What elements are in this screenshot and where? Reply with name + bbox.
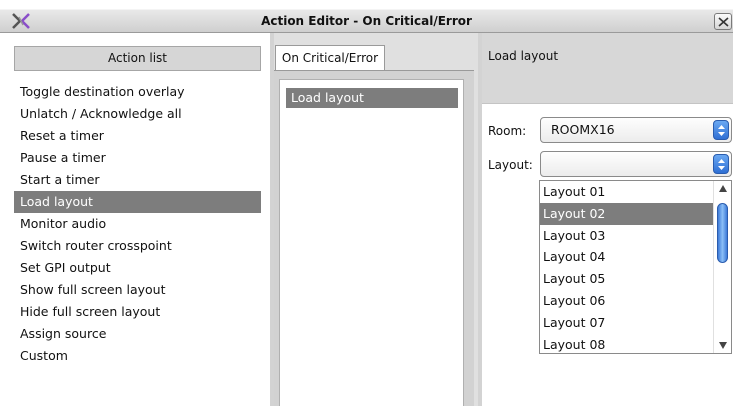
action-item[interactable]: Assign source	[14, 323, 261, 345]
scroll-down-icon[interactable]	[719, 342, 727, 349]
title-bar: Action Editor - On Critical/Error	[0, 9, 733, 33]
action-list-pane: Action list Toggle destination overlay U…	[0, 33, 270, 406]
layout-option[interactable]: Layout 01	[540, 181, 714, 203]
action-list-header: Action list	[14, 46, 261, 71]
event-action-item[interactable]: Load layout	[286, 88, 458, 108]
properties-pane: Load layout Room: ROOMX16 Layout: Layout…	[482, 33, 733, 406]
layout-option[interactable]: Layout 04	[540, 246, 714, 268]
stepper-icon[interactable]	[713, 120, 729, 140]
action-item[interactable]: Toggle destination overlay	[14, 81, 261, 103]
tab-panel: Load layout	[274, 70, 474, 406]
action-item[interactable]: Reset a timer	[14, 125, 261, 147]
room-select[interactable]: ROOMX16	[540, 117, 732, 143]
event-pane: On Critical/Error Load layout	[274, 33, 478, 406]
close-icon	[718, 17, 729, 27]
action-item[interactable]: Show full screen layout	[14, 279, 261, 301]
scroll-up-icon[interactable]	[719, 185, 727, 192]
action-item-selected[interactable]: Load layout	[14, 191, 261, 213]
action-item[interactable]: Custom	[14, 345, 261, 367]
layout-label: Layout:	[488, 158, 533, 172]
action-list: Toggle destination overlay Unlatch / Ack…	[14, 81, 261, 367]
event-action-list: Load layout	[279, 79, 464, 406]
layout-option[interactable]: Layout 07	[540, 312, 714, 334]
action-item[interactable]: Pause a timer	[14, 147, 261, 169]
layout-option[interactable]: Layout 06	[540, 290, 714, 312]
room-label: Room:	[488, 124, 527, 138]
dropdown-scrollbar[interactable]	[713, 181, 731, 353]
top-strip	[0, 0, 733, 9]
action-item[interactable]: Switch router crosspoint	[14, 235, 261, 257]
action-item[interactable]: Hide full screen layout	[14, 301, 261, 323]
layout-option[interactable]: Layout 03	[540, 225, 714, 247]
action-item[interactable]: Monitor audio	[14, 213, 261, 235]
layout-option-highlighted[interactable]: Layout 02	[540, 202, 714, 225]
tab-on-critical-error[interactable]: On Critical/Error	[275, 45, 385, 71]
layout-option[interactable]: Layout 05	[540, 268, 714, 290]
layout-select[interactable]	[540, 151, 732, 177]
action-item[interactable]: Unlatch / Acknowledge all	[14, 103, 261, 125]
room-value: ROOMX16	[551, 122, 615, 137]
properties-header: Load layout	[482, 33, 733, 104]
stepper-icon[interactable]	[713, 154, 729, 174]
layout-option[interactable]: Layout 08	[540, 334, 714, 356]
action-item[interactable]: Set GPI output	[14, 257, 261, 279]
action-item[interactable]: Start a timer	[14, 169, 261, 191]
scroll-thumb[interactable]	[717, 203, 728, 263]
close-button[interactable]	[714, 13, 732, 30]
layout-options: Layout 01 Layout 02 Layout 03 Layout 04 …	[540, 181, 714, 355]
window-title: Action Editor - On Critical/Error	[261, 14, 472, 28]
layout-dropdown: Layout 01 Layout 02 Layout 03 Layout 04 …	[539, 180, 732, 354]
